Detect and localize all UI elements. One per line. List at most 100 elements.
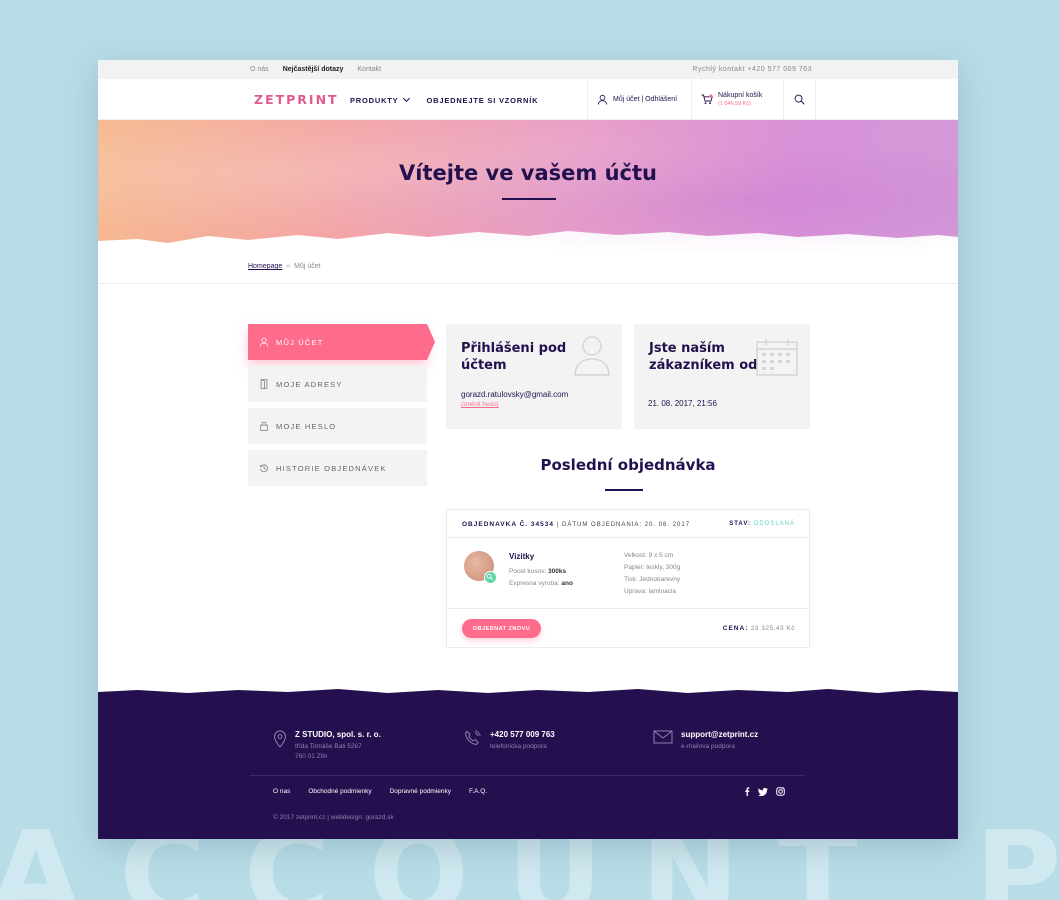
company-city: 760 01 Zlín — [295, 753, 328, 760]
spec-paper: Papier: leskly, 300g — [624, 564, 681, 571]
cart-icon — [701, 94, 713, 105]
order-status-label: STAV: — [729, 521, 751, 527]
footer-links: O nas Obchodné podmienky Dopravné podmie… — [273, 788, 487, 795]
sidebar-item-label: HISTORIE OBJEDNÁVEK — [276, 463, 387, 473]
sidebar-item-order-history[interactable]: HISTORIE OBJEDNÁVEK — [248, 450, 427, 486]
top-links: O nás Nejčastější dotazy Kontakt — [250, 66, 381, 73]
sidebar-item-my-addresses[interactable]: MOJE ADRESY — [248, 366, 427, 402]
company-name: Z STUDIO, spol. s. r. o. — [295, 730, 381, 739]
zoom-icon[interactable] — [484, 571, 497, 584]
hero-banner: Vítejte ve vašem účtu — [98, 120, 958, 253]
torn-edge-decoration — [98, 231, 958, 253]
mail-icon — [653, 730, 673, 744]
quantity-label: Pocet kusov: — [509, 568, 547, 575]
door-icon — [260, 379, 268, 389]
support-email[interactable]: support@zetprint.cz — [681, 730, 758, 739]
footer-link-terms[interactable]: Obchodné podmienky — [308, 788, 371, 795]
footer-email: support@zetprint.cz e-mailova podpora — [653, 730, 758, 752]
user-icon — [259, 337, 269, 347]
nav-sample-book[interactable]: OBJEDNEJTE SI VZORNÍK — [427, 96, 539, 105]
history-icon — [259, 464, 268, 473]
breadcrumb-separator: » — [286, 263, 291, 270]
phone-number[interactable]: +420 577 009 763 — [490, 730, 555, 739]
torn-edge-decoration — [98, 687, 958, 693]
chevron-down-icon — [402, 94, 410, 103]
search-icon — [794, 94, 805, 105]
order-card: OBJEDNAVKA Č. 34534 | DÁTUM OBJEDNANIA: … — [446, 509, 810, 648]
footer-company: Z STUDIO, spol. s. r. o. třída Tomáše Ba… — [273, 730, 381, 762]
reorder-button[interactable]: OBJEDNAT ZNOVU — [462, 619, 541, 638]
search-button[interactable] — [783, 79, 816, 120]
account-email: gorazd.ratulovsky@gmail.com — [461, 390, 569, 399]
footer-divider — [250, 775, 805, 776]
magnifier-icon — [486, 573, 493, 580]
account-label: Můj účet | Odhlášení — [613, 96, 678, 103]
order-price: CENA: 23 325,43 Kč — [723, 625, 795, 632]
change-password-link[interactable]: (změnit heslo) — [461, 402, 499, 408]
nav-products-label: PRODUKTY — [350, 96, 399, 105]
product-quantity: Pocet kusov: 300ks — [509, 568, 566, 575]
quick-contact[interactable]: Rychlý kontakt +420 577 009 763 — [692, 66, 812, 73]
order-status-value: ODOSLANÁ — [753, 521, 795, 527]
last-order-title: Poslední objednávka — [540, 456, 716, 474]
product-name: Vizitky — [509, 552, 535, 561]
footer-phone: +420 577 009 763 telefonicka podpora — [464, 730, 555, 752]
sidebar-item-my-account[interactable]: MŮJ ÚČET — [248, 324, 435, 360]
order-status: STAV: ODOSLANÁ — [729, 521, 795, 527]
site-header: ZETPRINT PRODUKTY OBJEDNEJTE SI VZORNÍK … — [98, 79, 958, 120]
order-footer: OBJEDNAT ZNOVU CENA: 23 325,43 Kč — [447, 608, 809, 648]
customer-since-date: 21. 08. 2017, 21:56 — [648, 399, 717, 408]
product-express: Expresna vyroba: ano — [509, 580, 573, 587]
breadcrumb-home[interactable]: Homepage — [248, 263, 282, 270]
main-nav: PRODUKTY OBJEDNEJTE SI VZORNÍK — [350, 94, 539, 105]
footer-link-shipping[interactable]: Dopravné podmienky — [390, 788, 451, 795]
order-date: | DÁTUM OBJEDNANIA: 20. 08. 2017 — [556, 522, 691, 528]
phone-icon — [464, 730, 481, 746]
page-title: Vítejte ve vašem účtu — [399, 161, 657, 185]
login-card-title: Přihlášeni pod účtem — [461, 341, 567, 373]
lock-icon — [260, 421, 268, 431]
account-link[interactable]: Můj účet | Odhlášení — [587, 79, 691, 120]
price-value: 23 325,43 Kč — [750, 625, 795, 632]
site-footer: Z STUDIO, spol. s. r. o. třída Tomáše Ba… — [98, 687, 958, 839]
copyright: © 2017 zetprint.cz | webdesign: gorazd.s… — [273, 814, 394, 821]
divider — [98, 283, 958, 284]
user-icon — [574, 336, 610, 376]
order-number: OBJEDNAVKA Č. 34534 | DÁTUM OBJEDNANIA: … — [462, 521, 690, 528]
nav-products[interactable]: PRODUKTY — [350, 94, 410, 105]
order-number-label: OBJEDNAVKA Č. 34534 — [462, 521, 554, 528]
sidebar-item-label: MOJE HESLO — [276, 421, 337, 431]
spec-print: Tisk: Jednobarevny — [624, 576, 681, 583]
instagram-icon[interactable] — [776, 787, 785, 796]
map-pin-icon — [273, 730, 287, 748]
customer-card-title: Jste naším zákazníkem od — [649, 341, 758, 373]
user-icon — [597, 94, 608, 105]
page-frame: O nás Nejčastější dotazy Kontakt Rychlý … — [98, 60, 958, 839]
email-label: e-mailova podpora — [681, 743, 735, 750]
sidebar-item-my-password[interactable]: MOJE HESLO — [248, 408, 427, 444]
twitter-icon[interactable] — [758, 787, 768, 796]
logo[interactable]: ZETPRINT — [254, 92, 339, 107]
phone-label: telefonicka podpora — [490, 743, 547, 750]
sidebar-item-label: MŮJ ÚČET — [276, 337, 324, 347]
top-link-contact[interactable]: Kontakt — [357, 66, 381, 73]
top-link-faq[interactable]: Nejčastější dotazy — [283, 66, 344, 73]
facebook-icon[interactable] — [744, 787, 750, 796]
login-info-card: Přihlášeni pod účtem gorazd.ratulovsky@g… — [446, 324, 622, 429]
order-header: OBJEDNAVKA Č. 34534 | DÁTUM OBJEDNANIA: … — [447, 510, 809, 538]
customer-since-card: Jste naším zákazníkem od 21. 08. 2017, 2… — [634, 324, 810, 429]
price-label: CENA: — [722, 625, 749, 632]
sidebar-item-label: MOJE ADRESY — [276, 379, 343, 389]
cart-total: (1 046,59 Kč) — [718, 101, 752, 107]
breadcrumb: Homepage » Můj účet — [248, 263, 321, 270]
top-link-about[interactable]: O nás — [250, 66, 269, 73]
cart-link[interactable]: Nákupní košík (1 046,59 Kč) — [691, 79, 783, 120]
title-underline — [605, 489, 643, 491]
footer-link-faq[interactable]: F.A.Q. — [469, 788, 487, 795]
top-bar: O nás Nejčastější dotazy Kontakt Rychlý … — [98, 60, 958, 79]
spec-size: Velkost: 9 x 5 cm — [624, 552, 674, 559]
footer-link-about[interactable]: O nas — [273, 788, 290, 795]
breadcrumb-current: Můj účet — [294, 263, 321, 270]
product-thumbnail[interactable] — [464, 551, 497, 584]
title-underline — [502, 198, 556, 200]
